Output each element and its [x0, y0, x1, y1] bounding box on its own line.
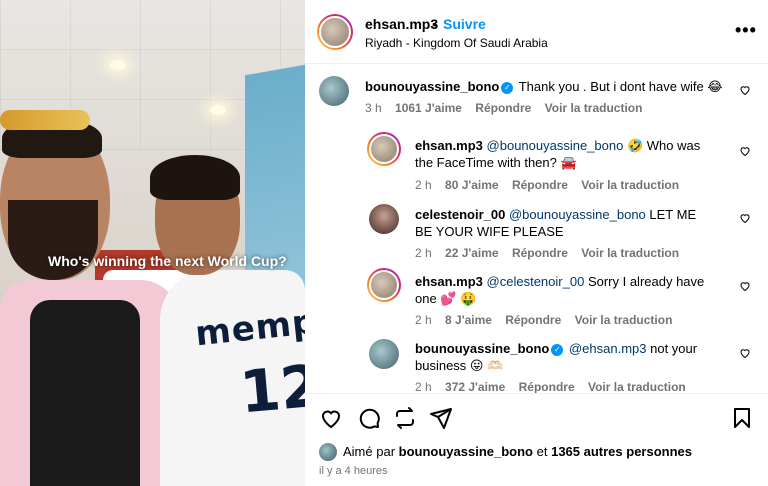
comment-icon[interactable] [357, 406, 381, 430]
verified-icon: ✓ [551, 343, 564, 356]
reply-button[interactable]: Répondre [505, 313, 561, 327]
jersey-number: 12 [237, 351, 305, 427]
comment-likes[interactable]: 8 J'aime [445, 313, 492, 327]
comment-time: 2 h [415, 246, 432, 260]
see-translation-button[interactable]: Voir la traduction [581, 178, 679, 192]
comment-likes[interactable]: 80 J'aime [445, 178, 499, 192]
post-header: ehsan.mp3 • Suivre Riyadh - Kingdom Of S… [305, 0, 768, 64]
comment-time: 3 h [365, 101, 382, 115]
comment-time: 2 h [415, 380, 432, 394]
comment-likes[interactable]: 1061 J'aime [395, 101, 462, 115]
comment-meta: 2 h 372 J'aime Répondre Voir la traducti… [415, 380, 696, 394]
liked-by-summary: Aimé par bounouyassine_bono et 1365 autr… [343, 444, 692, 459]
see-translation-button[interactable]: Voir la traduction [575, 313, 673, 327]
reply-button[interactable]: Répondre [512, 178, 568, 192]
comment-text: Thank you . But i dont have wife 😂 [518, 79, 723, 94]
verified-icon: ✓ [501, 81, 514, 94]
see-translation-button[interactable]: Voir la traduction [581, 246, 679, 260]
comment-username[interactable]: bounouyassine_bono [365, 79, 499, 94]
post-side-panel: ehsan.mp3 • Suivre Riyadh - Kingdom Of S… [305, 0, 768, 486]
post-media[interactable]: memphis 12 Who's winning the next World … [0, 0, 305, 486]
repost-icon[interactable] [393, 406, 417, 430]
like-icon[interactable] [319, 406, 343, 430]
share-icon[interactable] [429, 406, 453, 430]
person-right-hair [150, 155, 240, 200]
comment-username[interactable]: ehsan.mp3 [415, 138, 483, 153]
comment-username[interactable]: bounouyassine_bono [415, 341, 549, 356]
commenter-avatar[interactable] [369, 204, 399, 234]
comment-meta: 2 h 8 J'aime Répondre Voir la traduction [415, 313, 682, 327]
post-timestamp[interactable]: il y a 4 heures [319, 465, 387, 477]
commenter-avatar[interactable] [367, 132, 401, 166]
video-caption: Who's winning the next World Cup? [48, 253, 287, 269]
comment-mention[interactable]: @bounouyassine_bono [487, 138, 624, 153]
ceiling-light [110, 60, 126, 70]
author-username[interactable]: ehsan.mp3 [365, 16, 438, 32]
follow-button[interactable]: Suivre [443, 16, 486, 32]
heart-icon[interactable] [739, 212, 751, 224]
liked-by-user[interactable]: bounouyassine_bono [399, 444, 533, 459]
more-options-icon[interactable]: ••• [735, 20, 757, 41]
heart-icon[interactable] [739, 347, 751, 359]
comment-mention[interactable]: @bounouyassine_bono [509, 207, 646, 222]
comment-likes[interactable]: 22 J'aime [445, 246, 499, 260]
save-icon[interactable] [730, 406, 754, 430]
comment-meta: 3 h 1061 J'aime Répondre Voir la traduct… [365, 101, 652, 115]
reply-button[interactable]: Répondre [512, 246, 568, 260]
commenter-avatar[interactable] [319, 76, 349, 106]
separator-dot: • [432, 16, 437, 32]
liked-by-and: et [536, 444, 548, 459]
person-left-tshirt [30, 300, 140, 486]
sunglasses [0, 110, 90, 130]
see-translation-button[interactable]: Voir la traduction [545, 101, 643, 115]
liked-by-prefix: Aimé par [343, 444, 396, 459]
see-translation-button[interactable]: Voir la traduction [588, 380, 686, 394]
reply-button[interactable]: Répondre [475, 101, 531, 115]
heart-icon[interactable] [739, 145, 751, 157]
heart-icon[interactable] [739, 280, 751, 292]
comment-username[interactable]: celestenoir_00 [415, 207, 505, 222]
post-actions-bar [305, 393, 768, 437]
liker-avatar[interactable] [319, 443, 337, 461]
comment-mention[interactable]: @celestenoir_00 [487, 274, 585, 289]
location-link[interactable]: Riyadh - Kingdom Of Saudi Arabia [365, 36, 548, 50]
commenter-avatar[interactable] [367, 268, 401, 302]
comment-time: 2 h [415, 178, 432, 192]
author-avatar[interactable] [317, 14, 353, 50]
comment-time: 2 h [415, 313, 432, 327]
comment-meta: 2 h 22 J'aime Répondre Voir la traductio… [415, 246, 689, 260]
heart-icon[interactable] [739, 84, 751, 96]
comment-mention[interactable]: @ehsan.mp3 [569, 341, 647, 356]
commenter-avatar[interactable] [369, 339, 399, 369]
comment-likes[interactable]: 372 J'aime [445, 380, 505, 394]
reply-button[interactable]: Répondre [519, 380, 575, 394]
liked-by-others[interactable]: 1365 autres personnes [551, 444, 692, 459]
ceiling-light [210, 105, 226, 115]
comment-meta: 2 h 80 J'aime Répondre Voir la traductio… [415, 178, 689, 192]
comment-username[interactable]: ehsan.mp3 [415, 274, 483, 289]
